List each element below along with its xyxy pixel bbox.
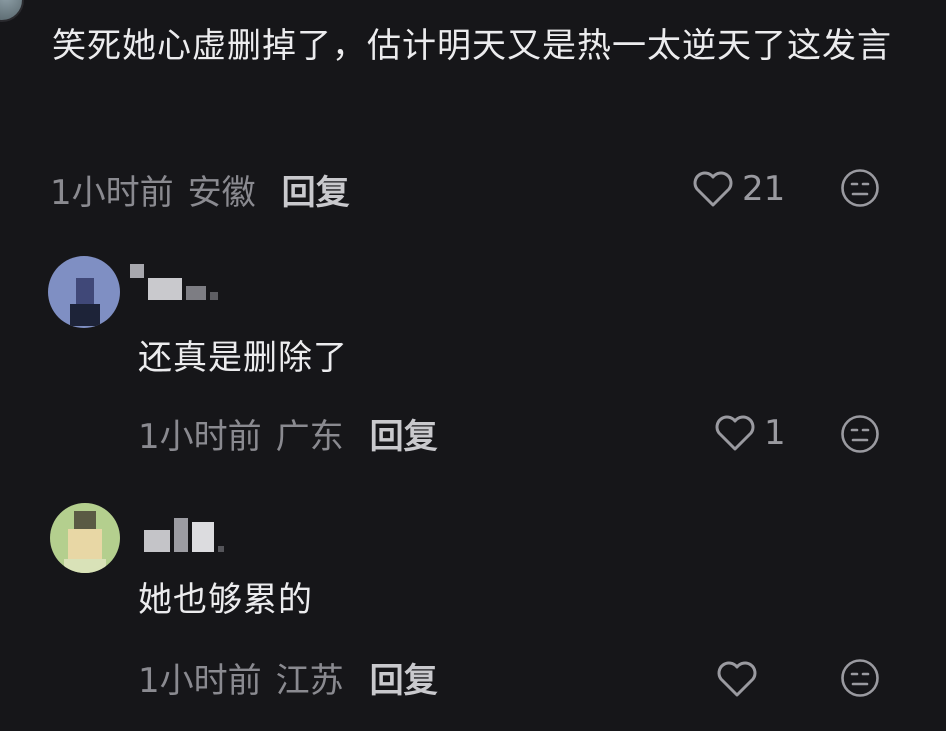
comment-location: 安徽 xyxy=(187,172,256,213)
comment-text: 笑死她心虚删掉了，估计明天又是热一太逆天了这发言 xyxy=(52,26,892,66)
comment-thread: 笑死她心虚删掉了，估计明天又是热一太逆天了这发言 1小时前 安徽 回复 21 还… xyxy=(0,0,946,731)
heart-icon xyxy=(693,171,733,207)
comment-location: 广东 xyxy=(275,416,344,457)
comment-text: 还真是删除了 xyxy=(138,338,348,378)
comment-meta: 1小时前 安徽 回复 xyxy=(50,164,350,214)
reply-button[interactable]: 回复 xyxy=(370,653,438,702)
comment-meta: 1小时前 广东 回复 xyxy=(138,408,438,458)
avatar[interactable] xyxy=(48,256,120,328)
avatar[interactable] xyxy=(50,503,120,573)
reply-button[interactable]: 回复 xyxy=(282,165,350,214)
like-count: 21 xyxy=(742,169,786,209)
like-button[interactable] xyxy=(716,654,766,704)
emoji-icon[interactable] xyxy=(840,414,880,454)
comment-meta: 1小时前 江苏 回复 xyxy=(138,652,438,702)
comment-time: 1小时前 xyxy=(50,172,174,213)
comment-time: 1小时前 xyxy=(138,416,262,457)
avatar[interactable] xyxy=(0,0,24,22)
heart-icon xyxy=(715,415,755,451)
reply-button[interactable]: 回复 xyxy=(370,409,438,458)
heart-icon xyxy=(717,661,757,697)
like-button[interactable]: 21 xyxy=(692,164,785,214)
comment-text: 她也够累的 xyxy=(138,580,313,620)
like-count: 1 xyxy=(764,413,786,453)
comment-time: 1小时前 xyxy=(138,660,262,701)
username[interactable] xyxy=(130,264,218,300)
emoji-icon[interactable] xyxy=(840,168,880,208)
username[interactable] xyxy=(144,512,224,552)
comment-location: 江苏 xyxy=(275,660,344,701)
like-button[interactable]: 1 xyxy=(714,408,786,458)
emoji-icon[interactable] xyxy=(840,658,880,698)
